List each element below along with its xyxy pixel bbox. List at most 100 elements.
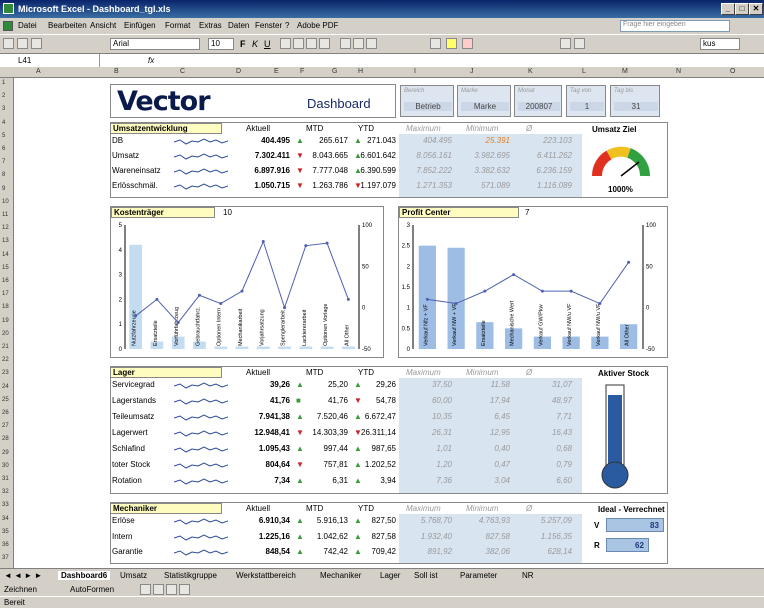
chart-icon[interactable]: [560, 38, 571, 49]
row-header[interactable]: 13: [2, 238, 9, 244]
row-header[interactable]: 4: [2, 120, 5, 126]
print-icon[interactable]: [17, 38, 28, 49]
font-select[interactable]: Arial: [110, 38, 200, 50]
column-header[interactable]: M: [622, 68, 628, 75]
zoom-select[interactable]: kus: [700, 38, 740, 50]
menu-item-0[interactable]: Datei: [18, 21, 37, 30]
row-header[interactable]: 22: [2, 357, 9, 363]
row-header[interactable]: 2: [2, 93, 5, 99]
font-size-select[interactable]: 10: [208, 38, 234, 50]
row-header[interactable]: 3: [2, 106, 5, 112]
row-header[interactable]: 36: [2, 542, 9, 548]
name-box[interactable]: L41: [0, 54, 100, 67]
column-header[interactable]: C: [180, 68, 185, 75]
borders-icon[interactable]: [430, 38, 441, 49]
menu-item-2[interactable]: Ansicht: [90, 21, 116, 30]
row-header[interactable]: 5: [2, 133, 5, 139]
tab-5[interactable]: Lager: [380, 571, 400, 580]
formula-input[interactable]: [162, 54, 764, 67]
font-color-icon[interactable]: [462, 38, 473, 49]
thousands-icon[interactable]: [366, 38, 377, 49]
row-header[interactable]: 12: [2, 225, 9, 231]
column-header[interactable]: E: [274, 68, 279, 75]
tab-3[interactable]: Werkstattbereich: [236, 571, 296, 580]
fx-icon[interactable]: fx: [148, 56, 154, 65]
column-header[interactable]: F: [300, 68, 304, 75]
column-header[interactable]: O: [730, 68, 735, 75]
align-right-icon[interactable]: [306, 38, 317, 49]
tab-0[interactable]: Dashboard6: [58, 571, 111, 580]
save-icon[interactable]: [3, 38, 14, 49]
arrow-icon[interactable]: [153, 584, 164, 595]
row-header[interactable]: 10: [2, 199, 9, 205]
filter-box[interactable]: Tag von 1: [566, 85, 606, 117]
autoshapes-button[interactable]: AutoFormen: [70, 585, 114, 594]
row-header[interactable]: 20: [2, 331, 9, 337]
align-center-icon[interactable]: [293, 38, 304, 49]
preview-icon[interactable]: [31, 38, 42, 49]
row-header[interactable]: 27: [2, 423, 9, 429]
row-header[interactable]: 29: [2, 450, 9, 456]
row-header[interactable]: 6: [2, 146, 5, 152]
row-header[interactable]: 25: [2, 397, 9, 403]
tab-nav-arrows[interactable]: ◄ ◄ ► ►: [4, 571, 42, 580]
filter-value[interactable]: 200807: [518, 102, 560, 111]
row-header[interactable]: 37: [2, 555, 9, 561]
filter-box[interactable]: Tag bis 31: [610, 85, 660, 117]
menu-item-5[interactable]: Extras: [199, 21, 222, 30]
row-header[interactable]: 31: [2, 476, 9, 482]
column-header[interactable]: D: [236, 68, 241, 75]
currency-icon[interactable]: [340, 38, 351, 49]
menu-item-9[interactable]: Adobe PDF: [297, 21, 338, 30]
worksheet[interactable]: Vector Dashboard Bereich Betrieb Marke Mark…: [14, 78, 764, 568]
oval-icon[interactable]: [179, 584, 190, 595]
column-header[interactable]: G: [332, 68, 337, 75]
draw-menu-button[interactable]: Zeichnen: [4, 585, 37, 594]
row-header[interactable]: 23: [2, 370, 9, 376]
row-header[interactable]: 28: [2, 436, 9, 442]
menu-item-6[interactable]: Daten: [228, 21, 249, 30]
column-header[interactable]: B: [114, 68, 119, 75]
filter-box[interactable]: Bereich Betrieb: [400, 85, 454, 117]
column-header[interactable]: J: [470, 68, 474, 75]
drawing-icon[interactable]: [574, 38, 585, 49]
row-header[interactable]: 7: [2, 159, 5, 165]
menu-item-4[interactable]: Format: [165, 21, 190, 30]
tab-6[interactable]: Soll ist: [414, 571, 438, 580]
tab-8[interactable]: NR: [522, 571, 534, 580]
row-header[interactable]: 30: [2, 463, 9, 469]
tab-7[interactable]: Parameter: [460, 571, 497, 580]
row-header[interactable]: 11: [2, 212, 8, 218]
row-header[interactable]: 21: [2, 344, 9, 350]
rectangle-icon[interactable]: [166, 584, 177, 595]
menu-item-3[interactable]: Einfügen: [124, 21, 156, 30]
menu-item-1[interactable]: Bearbeiten: [48, 21, 87, 30]
menu-item-8[interactable]: ?: [285, 21, 289, 30]
row-header[interactable]: 33: [2, 502, 9, 508]
help-search-input[interactable]: Frage hier eingeben: [620, 20, 730, 32]
row-header[interactable]: 24: [2, 384, 9, 390]
merge-icon[interactable]: [319, 38, 330, 49]
close-button[interactable]: ✕: [749, 3, 763, 15]
row-header[interactable]: 8: [2, 172, 5, 178]
row-header[interactable]: 1: [2, 80, 5, 86]
filter-box[interactable]: Monat 200807: [514, 85, 562, 117]
row-header[interactable]: 26: [2, 410, 9, 416]
tab-4[interactable]: Mechaniker: [320, 571, 361, 580]
column-header[interactable]: A: [36, 68, 41, 75]
filter-value[interactable]: Marke: [461, 102, 509, 111]
underline-button[interactable]: U: [264, 39, 271, 49]
filter-value[interactable]: 1: [570, 102, 604, 111]
column-header[interactable]: K: [528, 68, 533, 75]
tab-1[interactable]: Umsatz: [120, 571, 147, 580]
row-header[interactable]: 9: [2, 186, 5, 192]
maximize-button[interactable]: □: [735, 3, 749, 15]
filter-box[interactable]: Marke Marke: [457, 85, 511, 117]
filter-value[interactable]: Betrieb: [404, 102, 452, 111]
filter-value[interactable]: 31: [614, 102, 658, 111]
align-left-icon[interactable]: [280, 38, 291, 49]
row-header[interactable]: 32: [2, 489, 9, 495]
column-header[interactable]: N: [676, 68, 681, 75]
tab-2[interactable]: Statistikgruppe: [164, 571, 217, 580]
minimize-button[interactable]: _: [721, 3, 735, 15]
